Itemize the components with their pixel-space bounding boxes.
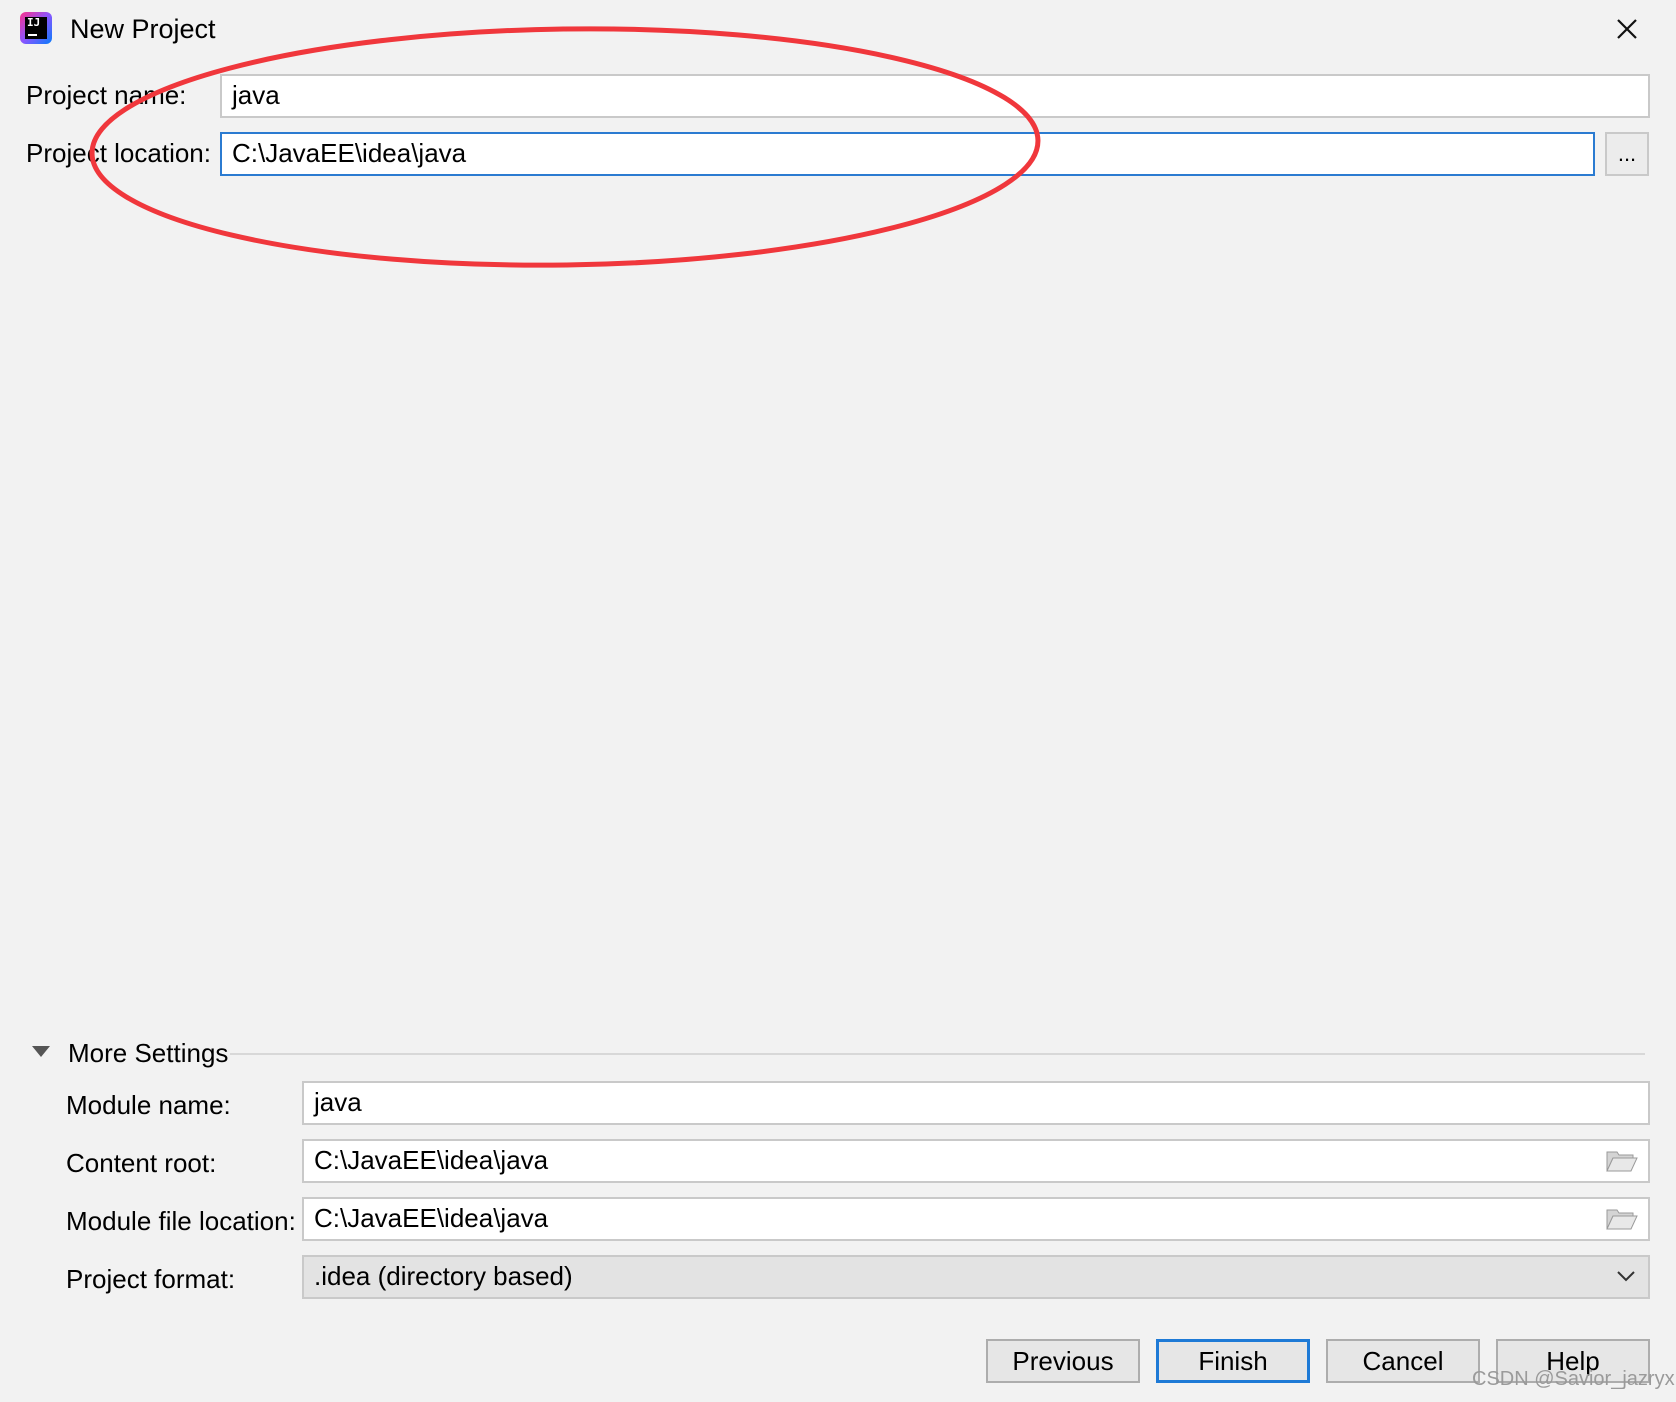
module-name-input[interactable]: java (302, 1081, 1650, 1125)
module-name-label: Module name: (66, 1090, 231, 1120)
project-format-select[interactable]: .idea (directory based) (302, 1255, 1650, 1299)
section-divider (230, 1053, 1645, 1055)
close-button[interactable] (1605, 10, 1649, 48)
intellij-app-icon: IJ (20, 12, 52, 44)
collapse-triangle-icon[interactable] (32, 1046, 50, 1057)
module-file-location-value: C:\JavaEE\idea\java (314, 1203, 549, 1233)
window-title: New Project (70, 14, 216, 44)
project-location-input[interactable]: C:\JavaEE\idea\java (220, 132, 1595, 176)
content-root-value: C:\JavaEE\idea\java (314, 1145, 549, 1175)
close-icon (1617, 19, 1637, 39)
watermark: CSDN @Savior_jazryx (1472, 1368, 1675, 1390)
project-format-value: .idea (directory based) (314, 1261, 573, 1291)
project-location-label: Project location: (26, 138, 211, 168)
chevron-down-icon (1617, 1271, 1635, 1282)
folder-open-icon[interactable] (1606, 1149, 1638, 1173)
project-name-input[interactable]: java (220, 74, 1650, 118)
project-name-label: Project name: (26, 80, 187, 110)
folder-open-icon[interactable] (1606, 1207, 1638, 1231)
content-root-label: Content root: (66, 1148, 217, 1178)
content-root-field[interactable]: C:\JavaEE\idea\java (302, 1139, 1650, 1183)
module-file-location-label: Module file location: (66, 1206, 296, 1236)
cancel-button[interactable]: Cancel (1326, 1339, 1480, 1383)
finish-button[interactable]: Finish (1156, 1339, 1310, 1383)
module-file-location-field[interactable]: C:\JavaEE\idea\java (302, 1197, 1650, 1241)
more-settings-header[interactable]: More Settings (68, 1036, 228, 1070)
browse-button[interactable]: ... (1605, 132, 1649, 176)
annotation-ellipse (89, 26, 1041, 268)
new-project-dialog: IJ New Project Project name: java Projec… (0, 0, 1676, 1402)
previous-button[interactable]: Previous (986, 1339, 1140, 1383)
project-format-label: Project format: (66, 1264, 236, 1294)
